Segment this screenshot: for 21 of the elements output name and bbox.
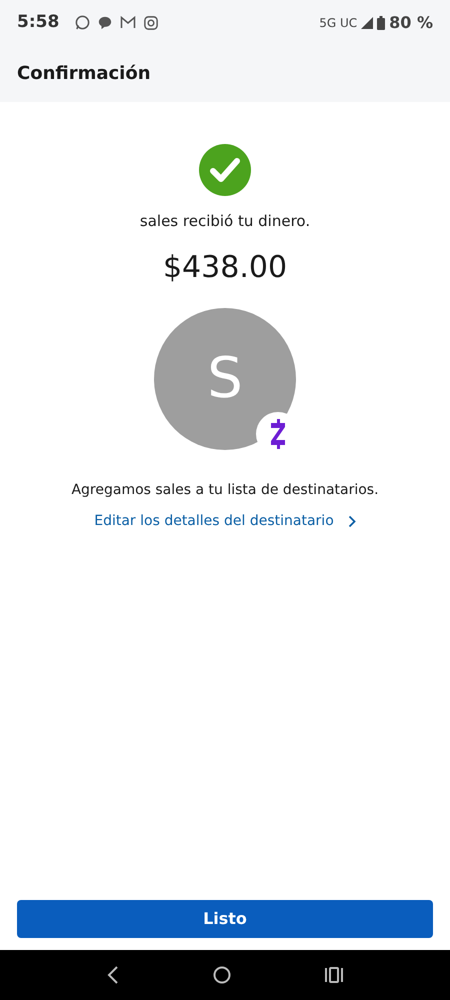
recent-apps-icon[interactable] — [325, 967, 343, 983]
camera-icon — [144, 16, 158, 30]
confirmation-message: sales recibió tu dinero. — [140, 211, 310, 232]
done-button[interactable]: Listo — [17, 900, 433, 938]
home-icon[interactable] — [213, 966, 231, 984]
signal-icon — [361, 16, 374, 28]
network-label: 5G UC — [319, 14, 358, 32]
battery-level: 80 % — [389, 12, 433, 34]
speech-bubble-icon — [98, 16, 112, 30]
mail-icon — [120, 16, 136, 29]
back-icon[interactable] — [107, 966, 119, 984]
status-time: 5:58 — [17, 10, 60, 34]
edit-recipient-link[interactable]: Editar los detalles del destinatario — [94, 510, 356, 532]
chat-bubble-icon — [75, 15, 90, 30]
avatar: S — [154, 308, 296, 450]
page-title: Confirmación — [17, 62, 151, 86]
check-icon — [199, 144, 251, 196]
recipient-note: Agregamos sales a tu lista de destinatarios. — [71, 480, 379, 500]
battery-icon — [377, 16, 386, 30]
amount: $438.00 — [162, 248, 288, 286]
chevron-right-icon — [348, 514, 356, 528]
